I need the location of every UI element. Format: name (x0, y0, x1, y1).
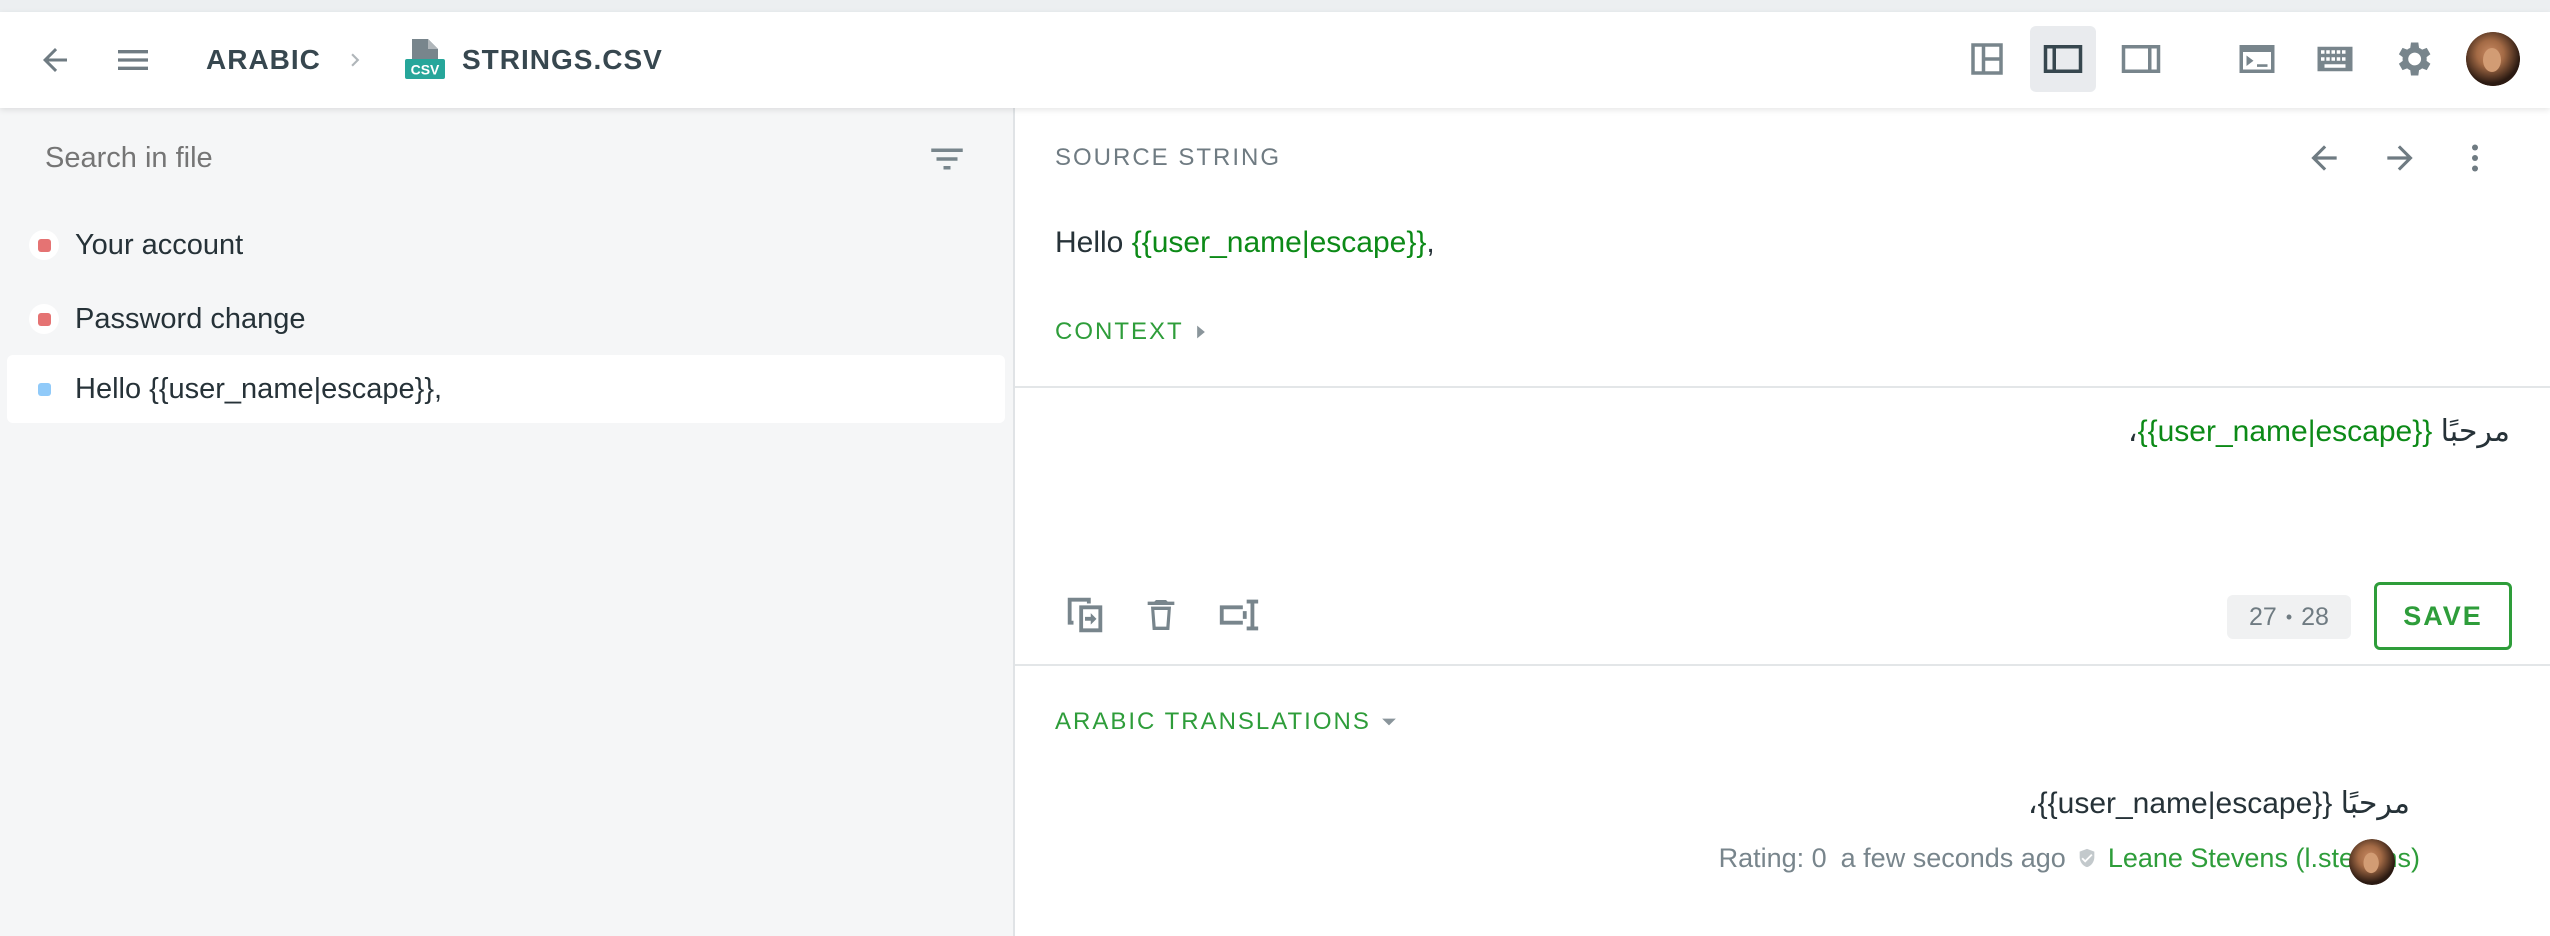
author-avatar-image (2349, 839, 2395, 885)
source-section-title: SOURCE STRING (1055, 144, 1282, 171)
divider (1015, 386, 2550, 388)
copy-source-button[interactable] (1055, 582, 1115, 648)
list-item-selected[interactable]: Hello {{user_name|escape}}, (7, 355, 1005, 423)
clear-translation-button[interactable] (1131, 582, 1191, 648)
source-text-suffix: , (1426, 226, 1435, 259)
context-toggle[interactable]: CONTEXT (1055, 318, 1208, 346)
layout-toggle-button[interactable] (1954, 26, 2020, 92)
counter-right: 28 (2301, 602, 2329, 631)
arrow-left-icon (2311, 145, 2337, 171)
string-list-panel: Your account Password change Hello {{use… (0, 108, 1012, 936)
terminal-icon (2239, 45, 2275, 73)
source-string-text: Hello {{user_name|escape}}, (1055, 226, 1435, 260)
breadcrumb-separator (340, 12, 370, 108)
counter-left: 27 (2249, 602, 2277, 631)
csv-file-icon-label: CSV (411, 62, 440, 78)
translations-toggle[interactable]: ARABIC TRANSLATIONS (1055, 708, 1397, 736)
counter-separator: • (2285, 606, 2293, 627)
keyboard-icon (2317, 46, 2353, 72)
arrow-right-icon (2387, 145, 2413, 171)
status-dot (37, 382, 51, 396)
list-item[interactable]: Your account (7, 211, 1005, 279)
list-item-label: Your account (75, 228, 244, 261)
file-icon-wrap: CSV (402, 12, 448, 108)
source-placeholder: {{user_name|escape}} (1131, 226, 1427, 259)
header-bar: ARABIC CSV STRINGS.CSV (0, 12, 2550, 108)
status-dot (37, 238, 51, 252)
status-indicator (29, 230, 59, 260)
translation-suffix: ، (2127, 415, 2138, 448)
save-button[interactable]: SAVE (2374, 582, 2512, 650)
translation-meta: Rating: 0 a few seconds ago Leane Steven… (1719, 838, 2420, 878)
trash-icon (1147, 600, 1175, 630)
more-options-button[interactable] (2455, 128, 2495, 188)
terminal-button[interactable] (2224, 26, 2290, 92)
user-avatar-button[interactable] (2460, 26, 2526, 92)
menu-icon (118, 50, 148, 70)
list-item-label: Hello {{user_name|escape}}, (75, 372, 443, 405)
gear-icon (2398, 42, 2431, 76)
list-item-label: Password change (75, 302, 306, 335)
character-counter: 27 • 28 (2227, 595, 2351, 639)
avatar (2466, 32, 2520, 86)
right-sidebar-toggle-button[interactable] (2108, 26, 2174, 92)
editor-panel: SOURCE STRING Hello {{user_name|escape}}… (1013, 108, 2550, 936)
translation-word: مرحبًا (2440, 415, 2510, 448)
source-text-prefix: Hello (1055, 226, 1132, 259)
shield-check-icon (2079, 848, 2095, 868)
back-button[interactable] (30, 12, 80, 108)
caret-down-icon (1381, 718, 1396, 726)
author-avatar[interactable] (2349, 839, 2395, 885)
translations-label: ARABIC TRANSLATIONS (1055, 708, 1371, 735)
breadcrumb-language[interactable]: ARABIC (206, 12, 321, 108)
rtl-text-icon (1219, 599, 1259, 631)
status-indicator (29, 374, 59, 404)
chevron-right-icon (351, 53, 360, 67)
search-input[interactable] (45, 138, 865, 178)
context-label: CONTEXT (1055, 318, 1184, 345)
settings-button[interactable] (2380, 26, 2446, 92)
filter-icon (931, 148, 963, 170)
rtl-toggle-button[interactable] (1209, 582, 1269, 648)
status-indicator (29, 304, 59, 334)
more-vertical-icon (2472, 144, 2478, 172)
sidebar-right-icon (2121, 45, 2161, 73)
menu-button[interactable] (108, 12, 158, 108)
rating-text: Rating: 0 (1718, 842, 1827, 873)
translation-placeholder: {{user_name|escape}} (2137, 415, 2433, 448)
keyboard-button[interactable] (2302, 26, 2368, 92)
copy-source-icon (1067, 597, 1103, 633)
sidebar-left-icon (2043, 45, 2083, 73)
translation-history-text: مرحبًا {{user_name|escape}}، (2027, 787, 2410, 820)
previous-string-button[interactable] (2294, 128, 2354, 188)
csv-file-icon: CSV (405, 39, 445, 79)
divider (1015, 664, 2550, 666)
filter-button[interactable] (926, 138, 968, 185)
list-item[interactable]: Password change (7, 285, 1005, 353)
next-string-button[interactable] (2370, 128, 2430, 188)
layout-icon (1971, 43, 2003, 75)
translation-editor[interactable]: ،{{user_name|escape}} مرحبًا (2128, 414, 2510, 449)
back-arrow-icon (43, 48, 67, 72)
caret-right-icon (1196, 325, 1205, 339)
avatar-image (2466, 32, 2520, 86)
breadcrumb-file[interactable]: STRINGS.CSV (462, 12, 663, 108)
status-dot (37, 312, 51, 326)
top-strip (0, 0, 2550, 12)
left-sidebar-toggle-button[interactable] (2030, 26, 2096, 92)
time-text: a few seconds ago (1840, 842, 2066, 873)
